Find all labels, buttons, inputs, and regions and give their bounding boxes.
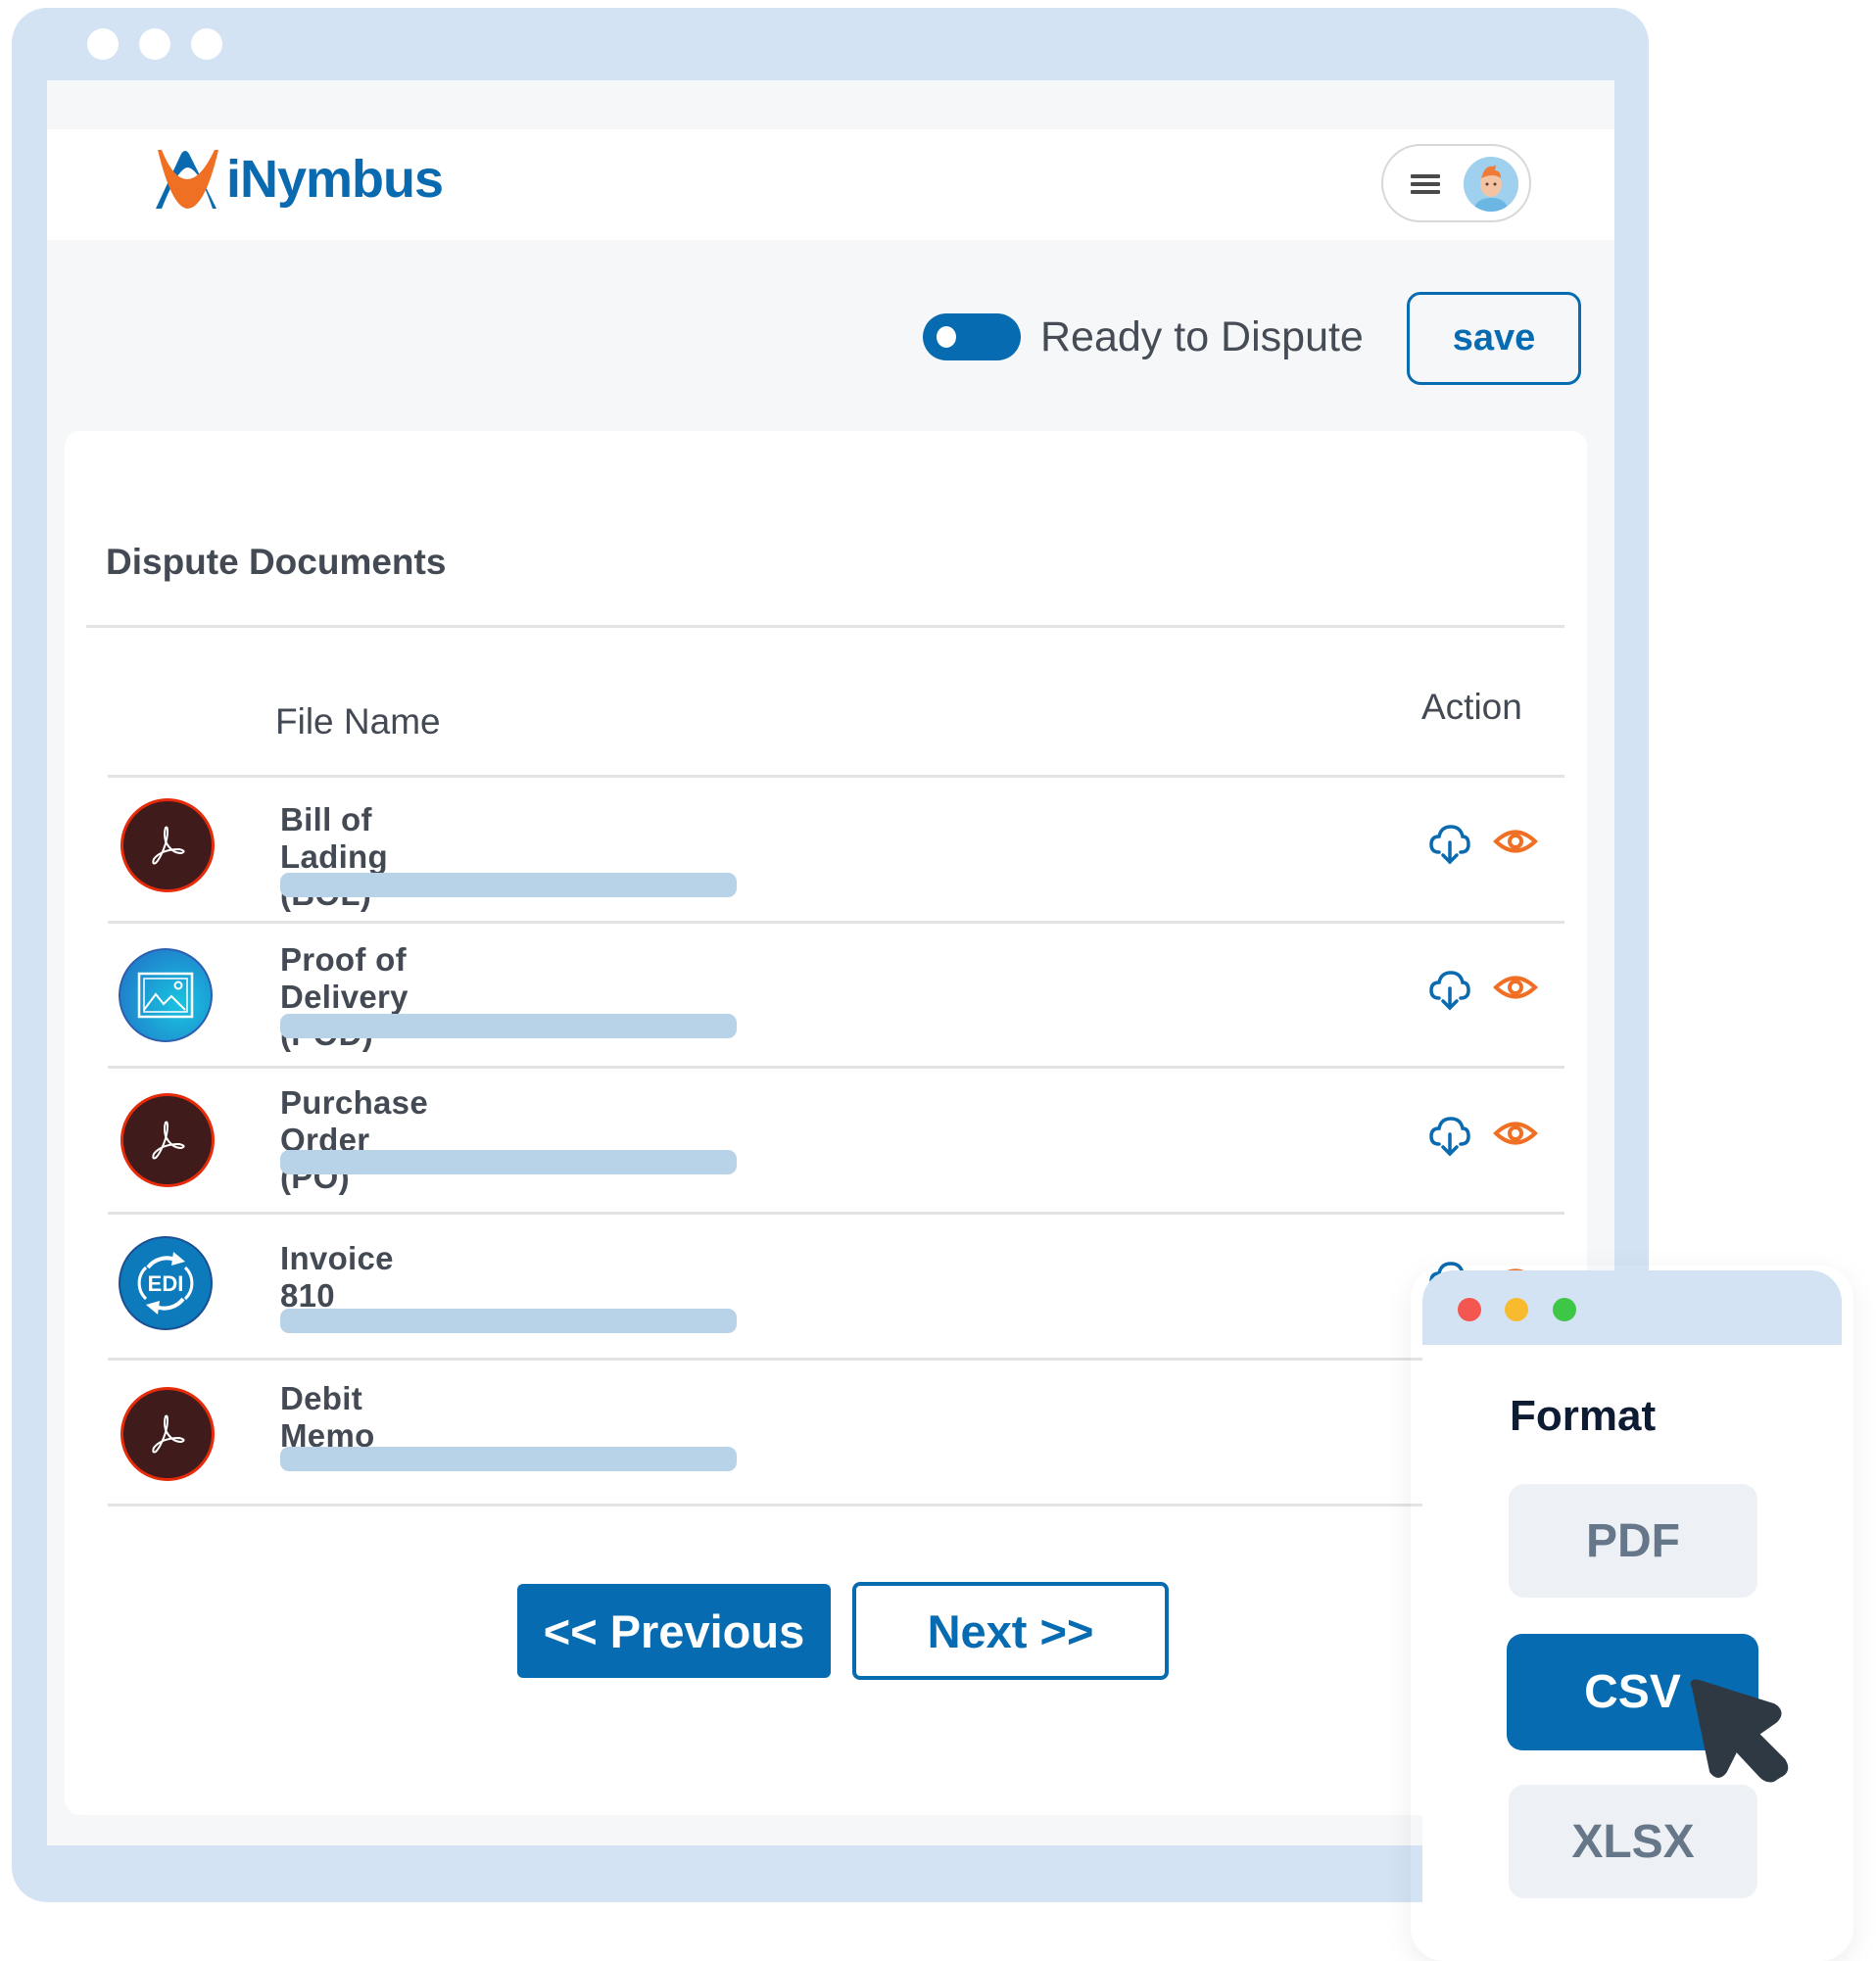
edi-icon: EDI (119, 1236, 213, 1330)
row-progress-bar (280, 1447, 737, 1471)
row-progress-bar (280, 1150, 737, 1174)
pdf-icon (120, 1093, 215, 1187)
svg-text:EDI: EDI (148, 1271, 184, 1296)
window-dot-1 (87, 28, 119, 60)
row-divider (108, 1358, 1564, 1361)
brand-logo[interactable]: iNymbus (154, 147, 444, 212)
cloud-download-icon[interactable] (1427, 821, 1472, 866)
next-page-button[interactable]: Next >> (852, 1582, 1169, 1680)
row-title: Invoice 810 (280, 1240, 394, 1314)
column-header-file-name: File Name (275, 701, 441, 741)
row-title: Purchase Order (PO) (280, 1084, 428, 1195)
window-dot-3 (191, 28, 222, 60)
minimize-window-dot[interactable] (1505, 1298, 1528, 1321)
logo-mark-icon (156, 150, 218, 209)
previous-page-button[interactable]: << Previous (517, 1584, 831, 1678)
pdf-icon (120, 1387, 215, 1481)
hamburger-icon[interactable] (1411, 174, 1440, 194)
row-progress-bar (280, 1014, 737, 1038)
image-file-icon (119, 948, 213, 1042)
format-option-xlsx[interactable]: XLSX (1509, 1785, 1757, 1898)
eye-icon[interactable] (1493, 1111, 1538, 1156)
card-title: Dispute Documents (106, 542, 447, 582)
row-divider (108, 1504, 1564, 1507)
format-option-pdf[interactable]: PDF (1509, 1484, 1757, 1598)
row-progress-bar (280, 1309, 737, 1333)
row-divider (108, 1066, 1564, 1069)
maximize-window-dot[interactable] (1553, 1298, 1576, 1321)
row-title: Debit Memo (280, 1380, 375, 1454)
toggle-knob (937, 326, 956, 348)
title-divider (86, 625, 1564, 628)
ready-to-dispute-label: Ready to Dispute (1040, 313, 1364, 360)
row-progress-bar (280, 873, 737, 897)
column-header-action: Action (1421, 687, 1522, 727)
cloud-download-icon[interactable] (1427, 1113, 1472, 1158)
header-divider (108, 775, 1564, 778)
user-menu-button[interactable] (1381, 144, 1531, 222)
eye-icon[interactable] (1493, 819, 1538, 864)
brand-name: iNymbus (226, 150, 444, 209)
row-divider (108, 1212, 1564, 1215)
format-popup-window: Format PDF CSV XLSX (1422, 1270, 1842, 1944)
mouse-pointer-icon (1690, 1679, 1789, 1783)
format-label: Format (1510, 1392, 1657, 1440)
pdf-icon (120, 798, 215, 892)
user-avatar[interactable] (1464, 157, 1518, 212)
popup-title-bar (1422, 1270, 1842, 1345)
window-dot-2 (139, 28, 170, 60)
cloud-download-icon[interactable] (1427, 967, 1472, 1012)
eye-icon[interactable] (1493, 965, 1538, 1010)
save-button[interactable]: save (1407, 292, 1581, 385)
close-window-dot[interactable] (1458, 1298, 1481, 1321)
row-divider (108, 921, 1564, 924)
avatar-illustration-icon (1464, 157, 1518, 212)
ready-to-dispute-toggle[interactable] (923, 313, 1021, 360)
